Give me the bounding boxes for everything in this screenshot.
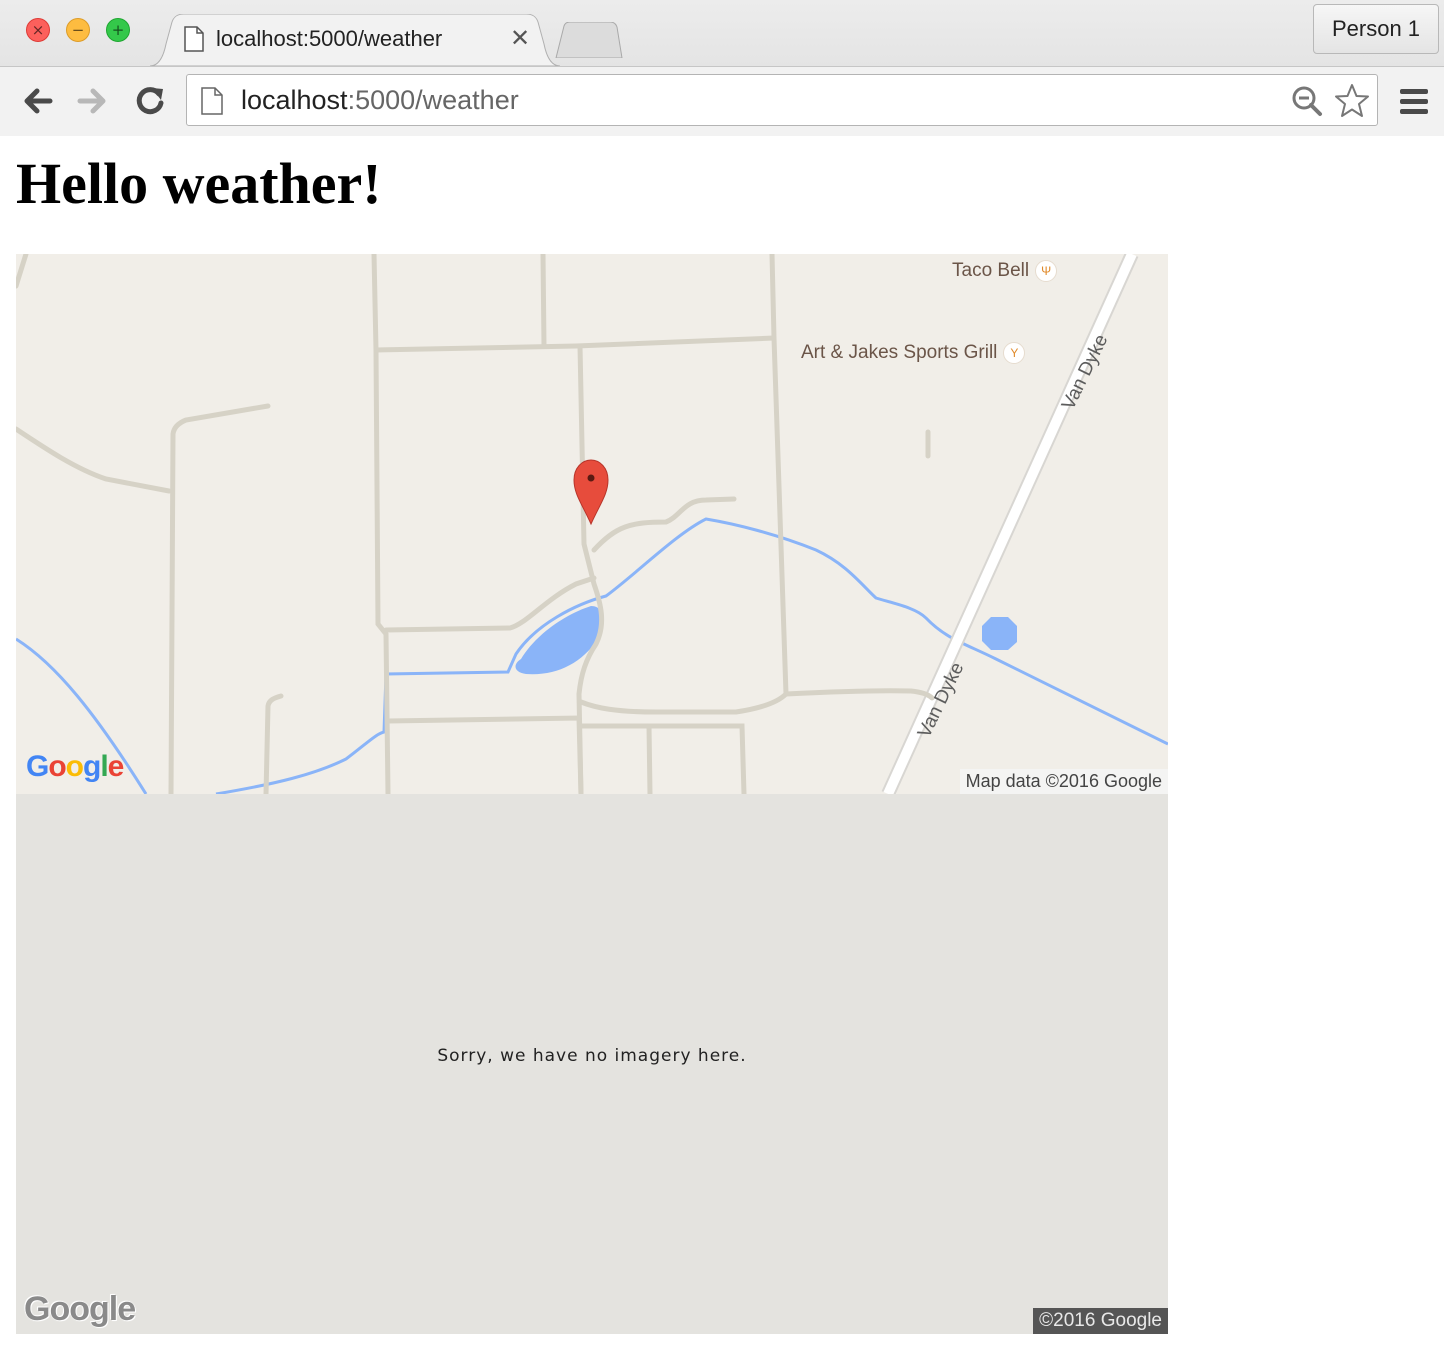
- map-canvas[interactable]: [16, 254, 1168, 794]
- river: [215, 517, 1168, 794]
- url-text[interactable]: localhost:5000/weather: [241, 85, 519, 116]
- window-minimize-button[interactable]: −: [66, 18, 90, 42]
- page-icon: [184, 26, 204, 52]
- google-logo[interactable]: Google: [24, 1290, 136, 1329]
- no-imagery-message: Sorry, we have no imagery here.: [437, 1046, 747, 1066]
- local-roads: [16, 254, 935, 794]
- restaurant-icon: Ψ: [1035, 260, 1058, 282]
- new-tab-button[interactable]: [554, 22, 624, 58]
- minimize-icon: −: [71, 21, 85, 39]
- toolbar: localhost:5000/weather: [0, 66, 1444, 136]
- address-bar[interactable]: localhost:5000/weather: [186, 74, 1378, 126]
- browser-tab[interactable]: localhost:5000/weather ✕: [150, 14, 560, 66]
- search-zoom-icon[interactable]: [1291, 85, 1323, 117]
- url-host: localhost: [241, 85, 348, 115]
- back-icon[interactable]: [20, 83, 56, 119]
- location-marker-icon[interactable]: [573, 459, 609, 526]
- tab-close-icon[interactable]: ✕: [510, 24, 530, 52]
- poi-label: Art & Jakes Sports Grill: [801, 342, 998, 364]
- close-icon: ×: [31, 21, 45, 39]
- street-view-copyright: ©2016 Google: [1033, 1308, 1168, 1334]
- menu-icon[interactable]: [1398, 87, 1430, 117]
- poi-sports-grill[interactable]: Art & Jakes Sports Grill Y: [801, 342, 1026, 364]
- google-logo[interactable]: Google: [26, 750, 124, 784]
- map-attribution[interactable]: Map data ©2016 Google: [959, 769, 1168, 794]
- profile-button[interactable]: Person 1: [1313, 4, 1439, 54]
- browser-chrome: × − + localhost:5000/weather ✕ Person 1: [0, 0, 1444, 136]
- page-heading: Hello weather!: [16, 151, 382, 216]
- bookmark-star-icon[interactable]: [1333, 82, 1371, 120]
- bar-icon: Y: [1003, 342, 1026, 364]
- forward-icon[interactable]: [74, 83, 110, 119]
- maximize-icon: +: [111, 21, 125, 39]
- street-view-panel[interactable]: Sorry, we have no imagery here. Google ©…: [16, 794, 1168, 1334]
- window-close-button[interactable]: ×: [26, 18, 50, 42]
- poi-taco-bell[interactable]: Taco Bell Ψ: [952, 260, 1058, 282]
- small-pond: [982, 617, 1017, 650]
- page-icon: [201, 87, 223, 115]
- poi-label: Taco Bell: [952, 260, 1030, 282]
- url-path: :5000/weather: [347, 85, 519, 115]
- road-map[interactable]: Taco Bell Ψ Art & Jakes Sports Grill Y Van…: [16, 254, 1168, 794]
- tab-title: localhost:5000/weather: [216, 26, 443, 51]
- window-maximize-button[interactable]: +: [106, 18, 130, 42]
- reload-icon[interactable]: [132, 83, 168, 119]
